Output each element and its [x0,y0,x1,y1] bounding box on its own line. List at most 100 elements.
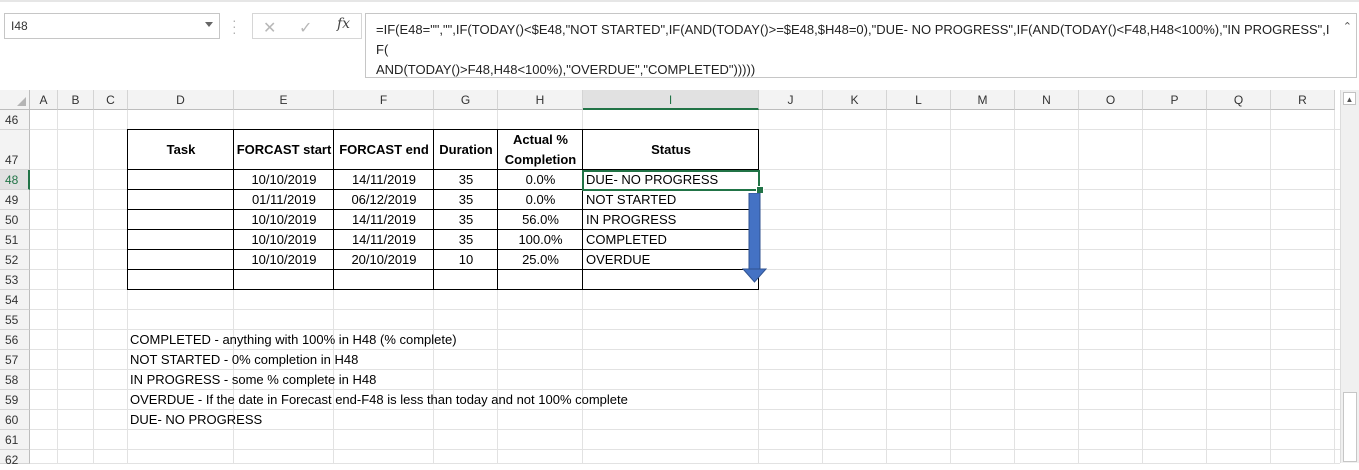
row-header-50[interactable]: 50 [0,210,30,230]
column-header-p[interactable]: P [1143,90,1207,110]
cell-task[interactable] [128,190,234,210]
row-header-60[interactable]: 60 [0,410,30,430]
cell-end[interactable]: 14/11/2019 [334,230,434,250]
cell-start[interactable]: 10/10/2019 [234,170,334,190]
formula-text[interactable]: =IF(E48="","",IF(TODAY()<$E48,"NOT START… [376,20,1336,80]
cell-duration[interactable]: 35 [434,170,498,190]
cell-task[interactable] [128,210,234,230]
down-arrow-shape[interactable] [742,193,768,283]
chevron-down-icon[interactable] [205,22,213,27]
column-header-k[interactable]: K [823,90,887,110]
row-header-56[interactable]: 56 [0,330,30,350]
cell-end[interactable] [334,270,434,290]
note-due-no-progress[interactable]: DUE- NO PROGRESS [130,410,262,430]
row-header-62[interactable]: 62 [0,450,30,467]
selected-cell[interactable] [582,170,760,191]
header-forecast-end[interactable]: FORCAST end [334,130,434,170]
formula-input[interactable]: =IF(E48="","",IF(TODAY()<$E48,"NOT START… [365,13,1357,78]
column-header-b[interactable]: B [58,90,94,110]
column-header-m[interactable]: M [951,90,1015,110]
row-header-55[interactable]: 55 [0,310,30,330]
column-header-r[interactable]: R [1271,90,1335,110]
cell-status[interactable]: COMPLETED [583,230,759,250]
cell-actual[interactable]: 25.0% [498,250,583,270]
cell-start[interactable]: 01/11/2019 [234,190,334,210]
cell-start[interactable]: 10/10/2019 [234,250,334,270]
scrollbar-thumb[interactable] [1343,392,1357,462]
cell-task[interactable] [128,170,234,190]
insert-function-icon[interactable]: fx [337,16,350,32]
cell-status[interactable]: NOT STARTED [583,190,759,210]
header-status[interactable]: Status [583,130,759,170]
header-actual-completion[interactable]: Actual % Completion [498,130,583,170]
cell-status[interactable]: IN PROGRESS [583,210,759,230]
worksheet-grid[interactable]: ABCDEFGHIJKLMNOPQR 46 47 48 49 50 51 52 53 54 55 5… [0,90,1359,467]
chevron-up-icon[interactable]: ⌃ [1343,20,1352,33]
column-header-a[interactable]: A [30,90,58,110]
check-icon[interactable]: ✓ [299,18,312,38]
cell-status[interactable]: OVERDUE [583,250,759,270]
column-header-g[interactable]: G [434,90,498,110]
cell-start[interactable]: 10/10/2019 [234,230,334,250]
cell-end[interactable]: 20/10/2019 [334,250,434,270]
note-completed[interactable]: COMPLETED - anything with 100% in H48 (%… [130,330,457,350]
cell-task[interactable] [128,250,234,270]
row-header-49[interactable]: 49 [0,190,30,210]
name-box-value[interactable]: I48 [11,19,28,33]
row-header-59[interactable]: 59 [0,390,30,410]
select-all-icon[interactable] [17,97,26,106]
header-duration[interactable]: Duration [434,130,498,170]
cell-actual[interactable]: 0.0% [498,170,583,190]
column-header-q[interactable]: Q [1207,90,1271,110]
table-border-horizontal [127,209,759,210]
cell-duration[interactable]: 35 [434,230,498,250]
vertical-scrollbar[interactable]: ▲ [1340,90,1359,463]
cell-end[interactable]: 14/11/2019 [334,170,434,190]
scroll-up-icon[interactable]: ▲ [1343,92,1356,105]
note-in-progress[interactable]: IN PROGRESS - some % complete in H48 [130,370,376,390]
cell-start[interactable]: 10/10/2019 [234,210,334,230]
cell-task[interactable] [128,230,234,250]
cell-actual[interactable]: 0.0% [498,190,583,210]
note-overdue[interactable]: OVERDUE - If the date in Forecast end-F4… [130,390,628,410]
cell-task[interactable] [128,270,234,290]
cell-end[interactable]: 06/12/2019 [334,190,434,210]
header-task[interactable]: Task [128,130,234,170]
column-header-d[interactable]: D [128,90,234,110]
column-header-h[interactable]: H [498,90,583,110]
cell-status[interactable] [583,270,759,290]
cell-duration[interactable]: 10 [434,250,498,270]
row-header-51[interactable]: 51 [0,230,30,250]
row-header-57[interactable]: 57 [0,350,30,370]
column-header-f[interactable]: F [334,90,434,110]
column-header-n[interactable]: N [1015,90,1079,110]
name-box[interactable]: I48 [4,13,220,39]
select-all-button[interactable] [0,90,30,110]
cell-duration[interactable]: 35 [434,210,498,230]
cell-actual[interactable]: 56.0% [498,210,583,230]
column-header-j[interactable]: J [759,90,823,110]
note-not-started[interactable]: NOT STARTED - 0% completion in H48 [130,350,358,370]
row-header-53[interactable]: 53 [0,270,30,290]
cell-actual[interactable] [498,270,583,290]
cell-start[interactable] [234,270,334,290]
row-header-54[interactable]: 54 [0,290,30,310]
column-header-c[interactable]: C [94,90,128,110]
row-header-46[interactable]: 46 [0,110,30,130]
column-header-l[interactable]: L [887,90,951,110]
column-header-i[interactable]: I [583,90,759,110]
cell-end[interactable]: 14/11/2019 [334,210,434,230]
row-header-47[interactable]: 47 [0,130,30,170]
header-forecast-start[interactable]: FORCAST start [234,130,334,170]
column-header-o[interactable]: O [1079,90,1143,110]
row-header-52[interactable]: 52 [0,250,30,270]
drag-handle-icon[interactable]: · · · [232,13,237,39]
cell-duration[interactable]: 35 [434,190,498,210]
cell-duration[interactable] [434,270,498,290]
row-header-61[interactable]: 61 [0,430,30,450]
cell-actual[interactable]: 100.0% [498,230,583,250]
close-icon[interactable]: ✕ [263,18,276,38]
row-header-48[interactable]: 48 [0,170,30,190]
column-header-e[interactable]: E [234,90,334,110]
row-header-58[interactable]: 58 [0,370,30,390]
